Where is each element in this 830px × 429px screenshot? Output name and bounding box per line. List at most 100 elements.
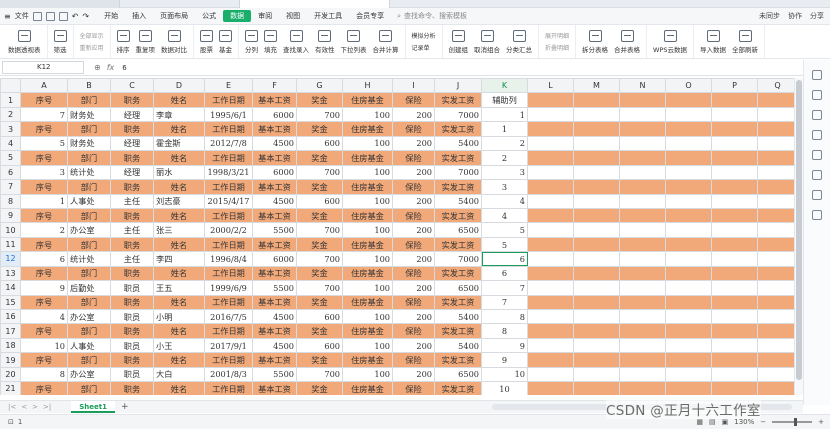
cell[interactable] [573,352,620,368]
column-header[interactable]: E [204,78,253,94]
cell[interactable]: 奖金 [296,381,343,395]
cell[interactable]: 小王 [153,337,205,354]
helper-cell[interactable]: 9 [481,337,528,354]
toolbar-button[interactable]: 导入数据 [697,25,729,59]
select-all-corner[interactable] [0,78,21,94]
cell[interactable] [665,106,712,123]
toolbar-button[interactable]: 重复项 [133,25,159,59]
cell[interactable]: 统计处 [67,164,111,181]
cell[interactable]: 工作日期 [204,381,253,395]
cell[interactable] [573,337,620,354]
select-icon[interactable] [812,70,822,80]
cell[interactable]: 6500 [434,366,482,383]
column-header[interactable]: C [110,78,154,94]
doc-tab-active[interactable] [240,0,390,8]
toolbar-button[interactable]: 数据透视表 [5,25,44,59]
cell[interactable]: 200 [392,251,435,267]
cell[interactable]: 序号 [20,150,68,166]
cell[interactable]: 部门 [67,381,111,395]
cell[interactable]: 200 [392,366,435,383]
cell[interactable]: 保险 [392,207,435,224]
toolbar-button[interactable]: 筛选 [51,25,70,59]
cell[interactable]: 基本工资 [252,381,297,395]
cell[interactable]: 基本工资 [252,121,297,137]
cell[interactable] [619,280,666,296]
tab-7[interactable]: 开发工具 [307,10,349,22]
row-header[interactable]: 12 [0,251,21,267]
cell[interactable]: 职务 [110,265,154,282]
cell[interactable]: 4500 [252,135,297,152]
cell[interactable] [711,179,758,195]
cell[interactable] [573,92,620,108]
cell[interactable]: 实发工资 [434,381,482,395]
toolbar-button[interactable]: 全部刷新 [729,25,761,59]
cell[interactable] [757,222,798,238]
cell[interactable]: 5500 [252,366,297,383]
cell[interactable] [573,236,620,253]
zoom-slider[interactable] [772,418,813,426]
helper-cell[interactable]: 辅助列 [481,92,528,108]
cell[interactable]: 保险 [392,352,435,368]
cell[interactable] [665,265,712,282]
cell[interactable]: 序号 [20,265,68,282]
cell[interactable] [619,121,666,137]
toolbar-small-button[interactable]: 记录单 [412,43,436,52]
cell[interactable]: 1999/6/9 [204,280,253,296]
helper-cell[interactable]: 4 [481,193,528,209]
menu-right-item-2[interactable]: 分享 [810,11,824,21]
cell[interactable]: 丽水 [153,164,205,181]
cell[interactable] [711,121,758,137]
cell[interactable]: 奖金 [296,294,343,311]
zoom-icon[interactable]: ⊕ [94,63,101,72]
cell[interactable]: 实发工资 [434,323,482,339]
last-sheet-icon[interactable]: >| [43,403,51,411]
cell[interactable]: 700 [296,164,343,181]
cell[interactable]: 5400 [434,135,482,152]
cell[interactable] [665,207,712,224]
tab-3[interactable]: 公式 [195,10,223,22]
cell[interactable]: 实发工资 [434,352,482,368]
helper-cell[interactable]: 2 [481,135,528,152]
row-header[interactable]: 9 [0,207,21,224]
cell[interactable]: 200 [392,308,435,325]
row-header[interactable]: 3 [0,121,21,137]
cell[interactable]: 办公室 [67,222,111,238]
cell[interactable]: 序号 [20,207,68,224]
sheet-tab-sheet1[interactable]: Sheet1 [71,401,115,413]
cell[interactable] [619,265,666,282]
cell[interactable] [665,308,712,325]
cell[interactable]: 姓名 [153,121,205,137]
cell[interactable]: 基本工资 [252,207,297,224]
cell[interactable] [665,366,712,383]
cell[interactable]: 办公室 [67,366,111,383]
cell[interactable] [573,150,620,166]
cell[interactable] [757,236,798,253]
cell[interactable]: 200 [392,337,435,354]
cell[interactable]: 工作日期 [204,121,253,137]
cell[interactable]: 后勤处 [67,280,111,296]
cell[interactable]: 2017/9/1 [204,337,253,354]
tab-8[interactable]: 会员专享 [349,10,391,22]
cell[interactable]: 保险 [392,179,435,195]
cell[interactable] [527,121,574,137]
cell[interactable]: 实发工资 [434,265,482,282]
cell[interactable] [711,236,758,253]
cell[interactable] [527,323,574,339]
cell[interactable]: 经理 [110,135,154,152]
redo-icon[interactable]: ↷ [82,12,89,21]
cell[interactable] [573,164,620,181]
cell[interactable] [711,222,758,238]
cell[interactable] [527,366,574,383]
cell[interactable]: 职务 [110,92,154,108]
cell[interactable]: 部门 [67,92,111,108]
cell[interactable]: 姓名 [153,381,205,395]
cell[interactable] [619,352,666,368]
cell[interactable]: 奖金 [296,121,343,137]
cell[interactable]: 实发工资 [434,92,482,108]
toolbar-small-button[interactable]: 模拟分析 [412,31,436,40]
cell[interactable]: 基本工资 [252,323,297,339]
cell[interactable]: 保险 [392,92,435,108]
cell[interactable]: 住房基金 [342,265,393,282]
cell[interactable]: 5500 [252,280,297,296]
cell[interactable] [711,150,758,166]
